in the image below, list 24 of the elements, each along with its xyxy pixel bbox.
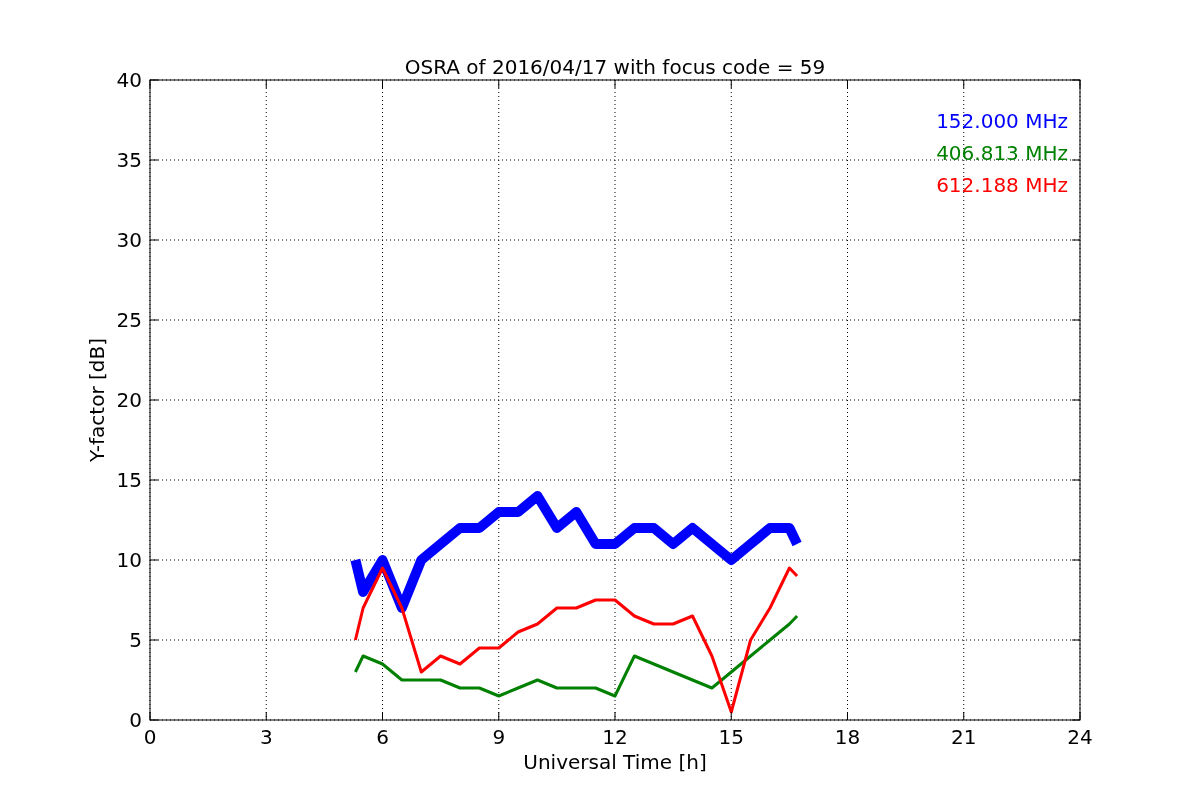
- chart-title: OSRA of 2016/04/17 with focus code = 59: [404, 55, 826, 79]
- tick-label: 0: [129, 708, 142, 732]
- tick-label: 10: [116, 548, 142, 572]
- tick-label: 6: [376, 725, 389, 749]
- tick-label: 25: [116, 308, 142, 332]
- tick-label: 3: [259, 725, 273, 749]
- tick-label: 15: [718, 725, 744, 749]
- tick-label: 40: [116, 68, 142, 92]
- axis-label: Y-factor [dB]: [85, 338, 109, 462]
- tick-label: 20: [116, 388, 142, 412]
- tick-label: 24: [1067, 725, 1093, 749]
- tick-label: 21: [951, 725, 977, 749]
- tick-label: 18: [834, 725, 861, 749]
- legend-label: 406.813 MHz: [936, 141, 1068, 165]
- tick-label: 12: [602, 725, 628, 749]
- axis-label: Universal Time [h]: [523, 750, 707, 774]
- tick-label: 0: [143, 725, 157, 749]
- tick-label: 9: [492, 725, 506, 749]
- legend-label: 152.000 MHz: [936, 109, 1068, 133]
- tick-label: 5: [129, 628, 142, 652]
- tick-label: 30: [116, 228, 142, 252]
- tick-label: 15: [116, 468, 142, 492]
- legend-label: 612.188 MHz: [936, 173, 1068, 197]
- tick-label: 35: [116, 148, 142, 172]
